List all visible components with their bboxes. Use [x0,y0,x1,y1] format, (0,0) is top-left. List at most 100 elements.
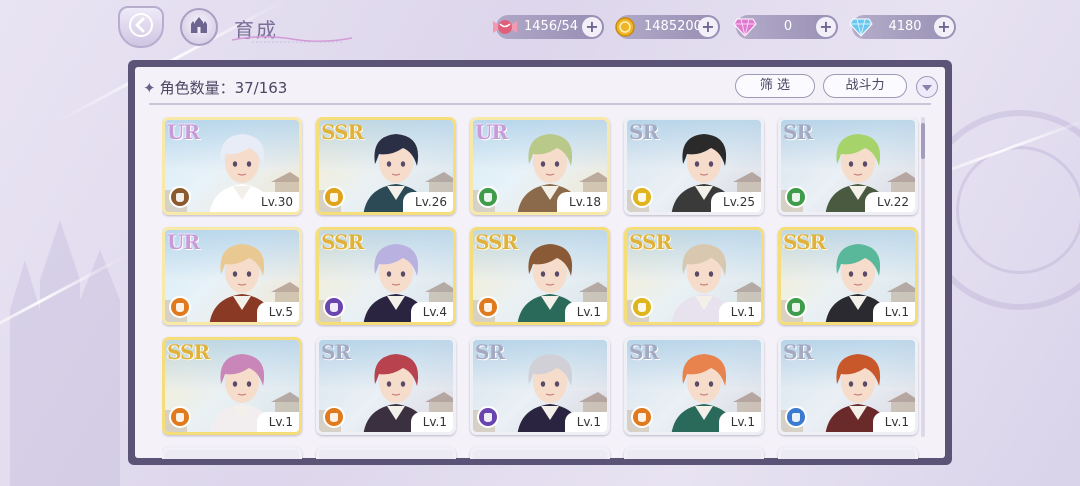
fist-icon [174,188,186,207]
blue-diamond-icon [846,12,876,42]
rarity-badge: SSR [167,340,210,364]
character-card[interactable]: SSR Lv.4 [316,227,456,325]
character-card[interactable]: SR Lv.1 [470,337,610,435]
level-label: Lv.1 [410,412,453,432]
element-badge [785,406,807,428]
sort-order-toggle[interactable] [916,76,938,98]
element-badge [631,296,653,318]
character-card[interactable]: SR Lv.25 [624,117,764,215]
fist-icon [636,188,648,207]
fist-icon [174,298,186,317]
level-label: Lv.25 [711,192,761,212]
character-card-partial[interactable] [778,447,918,459]
chevron-down-icon [921,78,933,97]
resource-stamina: 1456/54 + [493,15,604,39]
level-label: Lv.1 [872,412,915,432]
character-card-partial[interactable] [162,447,302,459]
character-card-partial[interactable] [624,447,764,459]
fist-icon [328,188,340,207]
rarity-badge: SR [475,340,505,364]
pink-gem-value: 0 [783,19,793,34]
sparkle-icon: ✦ [143,79,156,97]
level-label: Lv.26 [403,192,453,212]
rarity-badge: UR [475,120,508,144]
gold-coin-icon [610,12,640,42]
back-button[interactable] [118,6,164,48]
level-label: Lv.5 [256,302,299,322]
add-blue-gem-button[interactable]: + [934,17,954,37]
filter-button[interactable]: 筛 选 [735,74,815,98]
rarity-badge: SR [629,340,659,364]
level-label: Lv.1 [872,302,915,322]
rarity-badge: SSR [321,230,364,254]
home-button[interactable] [180,8,218,46]
fist-icon [636,408,648,427]
character-grid: UR Lv.30 SSR Lv.26 UR Lv.18 SR Lv.25 SR … [162,117,932,459]
character-card[interactable]: SR Lv.1 [316,337,456,435]
fist-icon [174,408,186,427]
character-card[interactable]: SR Lv.1 [778,337,918,435]
character-card[interactable]: SSR Lv.1 [470,227,610,325]
character-card[interactable]: UR Lv.18 [470,117,610,215]
fist-icon [328,408,340,427]
character-card[interactable]: SR Lv.1 [624,337,764,435]
gold-value: 1485200 [644,19,702,34]
rarity-badge: SSR [783,230,826,254]
element-badge [323,186,345,208]
level-label: Lv.18 [557,192,607,212]
level-label: Lv.30 [249,192,299,212]
scrollbar[interactable] [921,117,925,437]
character-card-partial[interactable] [316,447,456,459]
rarity-badge: SSR [321,120,364,144]
fist-icon [482,298,494,317]
fist-icon [328,298,340,317]
add-gold-button[interactable]: + [698,17,718,37]
scrollbar-thumb[interactable] [921,123,925,159]
resource-pink-gem: 0 + [733,15,838,39]
element-badge [631,406,653,428]
level-label: Lv.4 [410,302,453,322]
element-badge [169,186,191,208]
element-badge [785,186,807,208]
character-card[interactable]: UR Lv.5 [162,227,302,325]
element-badge [323,296,345,318]
level-label: Lv.1 [564,302,607,322]
add-pink-gem-button[interactable]: + [816,17,836,37]
character-count: ✦ 角色数量：37/163 [143,77,287,98]
character-card[interactable]: SSR Lv.1 [624,227,764,325]
resource-blue-gem: 4180 + [849,15,956,39]
rarity-badge: SR [783,340,813,364]
rarity-badge: UR [167,230,200,254]
rarity-badge: SR [783,120,813,144]
character-card[interactable]: SR Lv.22 [778,117,918,215]
character-card[interactable]: SSR Lv.1 [778,227,918,325]
rarity-badge: SR [629,120,659,144]
rarity-badge: UR [167,120,200,144]
level-label: Lv.1 [564,412,607,432]
stamina-value: 1456/54 [524,19,579,34]
resource-gold: 1485200 + [615,15,720,39]
fist-icon [790,408,802,427]
back-arrow-icon [128,12,154,42]
level-label: Lv.1 [718,302,761,322]
character-card[interactable]: UR Lv.30 [162,117,302,215]
castle-silhouette [10,220,120,486]
rarity-badge: SSR [475,230,518,254]
fist-icon [790,298,802,317]
character-panel-inner: ✦ 角色数量：37/163 筛 选 战斗力 UR Lv.30 SSR Lv.26… [135,67,945,459]
element-badge [477,406,499,428]
add-stamina-button[interactable]: + [582,17,602,37]
element-badge [631,186,653,208]
pink-diamond-icon [730,12,760,42]
fist-icon [482,188,494,207]
sort-power-button[interactable]: 战斗力 [823,74,907,98]
character-panel: ✦ 角色数量：37/163 筛 选 战斗力 UR Lv.30 SSR Lv.26… [128,60,952,465]
header-divider [149,103,931,105]
top-bar: 育成 1456/54 + 1485200 + 0 + 4180 + [0,0,1080,58]
character-card-partial[interactable] [470,447,610,459]
character-card[interactable]: SSR Lv.26 [316,117,456,215]
rarity-badge: SSR [629,230,672,254]
element-badge [169,406,191,428]
character-card[interactable]: SSR Lv.1 [162,337,302,435]
level-label: Lv.1 [718,412,761,432]
